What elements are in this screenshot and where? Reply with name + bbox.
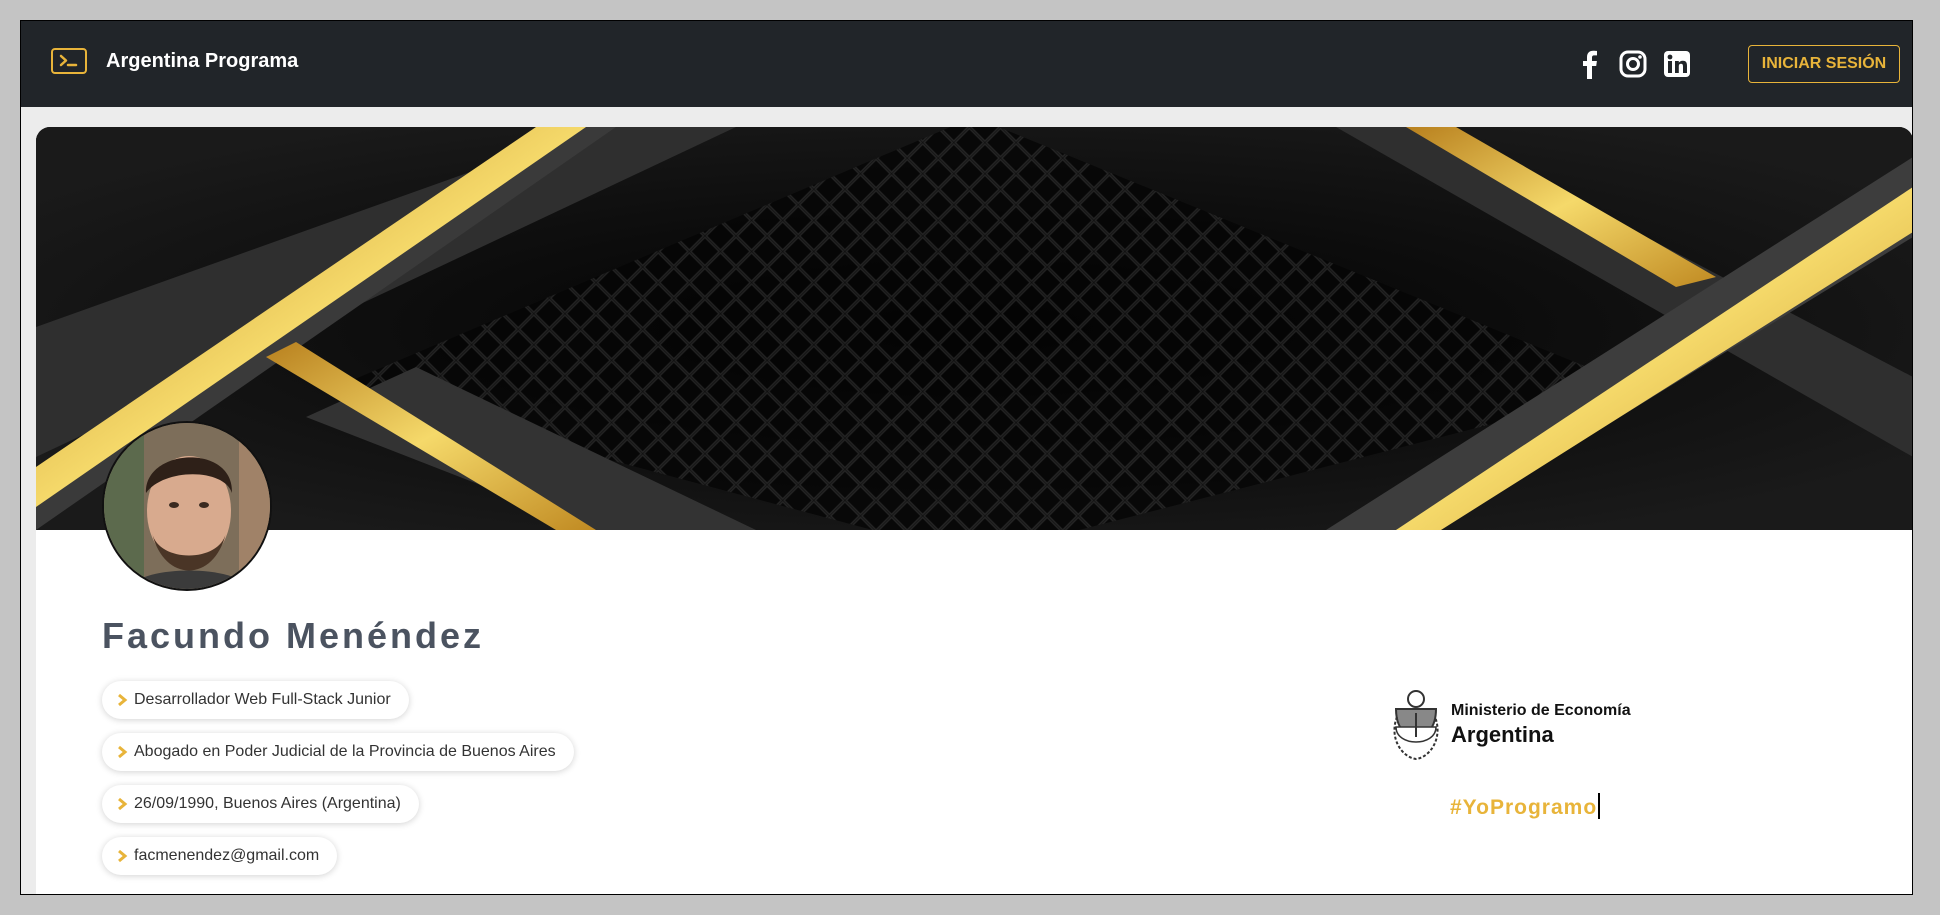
info-item-email: facmenendez@gmail.com — [102, 837, 338, 875]
avatar — [102, 421, 272, 591]
login-button[interactable]: INICIAR SESIÓN — [1748, 45, 1900, 83]
facebook-link[interactable] — [1574, 49, 1604, 79]
profile-card: Facundo Menéndez Desarrollador Web Full-… — [36, 127, 1912, 894]
navbar: Argentina Programa INICIAR SESIÓN — [21, 21, 1912, 107]
profile-name: Facundo Menéndez — [102, 615, 485, 656]
text-cursor — [1598, 793, 1601, 819]
linkedin-link[interactable] — [1662, 49, 1692, 79]
linkedin-icon — [1664, 51, 1690, 77]
chevron-right-icon — [118, 797, 128, 811]
ministry-name: Ministerio de Economía — [1451, 702, 1631, 719]
info-item-birth: 26/09/1990, Buenos Aires (Argentina) — [102, 785, 419, 823]
info-item-role: Desarrollador Web Full-Stack Junior — [102, 681, 409, 719]
terminal-icon — [51, 48, 87, 74]
ministry-country: Argentina — [1451, 722, 1554, 747]
profile-info-list: Desarrollador Web Full-Stack Junior Abog… — [102, 681, 574, 889]
chevron-right-icon — [118, 849, 128, 863]
profile-banner — [36, 127, 1912, 530]
instagram-icon — [1619, 50, 1647, 78]
brand-title: Argentina Programa — [106, 49, 299, 72]
instagram-link[interactable] — [1618, 49, 1648, 79]
browser-viewport: Argentina Programa INICIAR SESIÓN Facund… — [20, 20, 1913, 895]
chevron-right-icon — [118, 693, 128, 707]
social-links — [1574, 49, 1706, 79]
facebook-icon — [1583, 50, 1597, 79]
brand[interactable]: Argentina Programa — [51, 48, 298, 74]
coat-of-arms-icon — [1393, 690, 1439, 761]
hashtag-text: #YoProgramo — [1450, 793, 1601, 820]
ministry-logo: Ministerio de Economía Argentina — [1391, 687, 1631, 763]
chevron-right-icon — [118, 745, 128, 759]
info-item-job: Abogado en Poder Judicial de la Provinci… — [102, 733, 574, 771]
